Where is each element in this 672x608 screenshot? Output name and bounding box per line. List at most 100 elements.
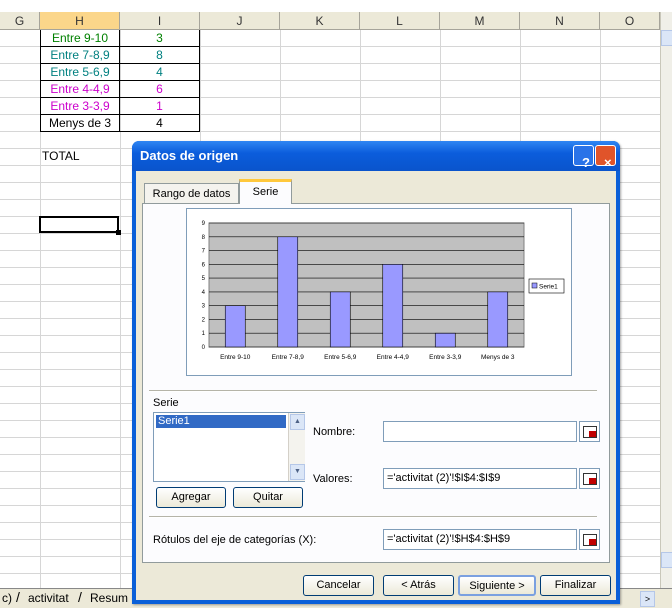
button-label: Quitar bbox=[253, 491, 283, 503]
values-label: Valores: bbox=[313, 473, 353, 485]
scroll-down-button[interactable] bbox=[661, 552, 672, 568]
chevron-up-icon[interactable]: ▲ bbox=[290, 414, 305, 430]
column-header-j[interactable]: J bbox=[200, 12, 280, 30]
column-header-o[interactable]: O bbox=[600, 12, 660, 30]
separator bbox=[149, 390, 597, 392]
category-cell[interactable]: Entre 9-10 bbox=[40, 30, 120, 47]
finish-button[interactable]: Finalizar bbox=[540, 575, 611, 596]
category-cell[interactable]: Entre 4-4,9 bbox=[40, 81, 120, 98]
y-tick-label: 7 bbox=[202, 249, 206, 255]
category-axis-field[interactable]: ='activitat (2)'!$H$4:$H$9 bbox=[383, 529, 577, 550]
chart-preview: 0 1 2 3 4 5 6 7 8 9 Entre 9-10 Entre 7-8,9 Entre 5-6… bbox=[186, 208, 572, 376]
column-header-label: O bbox=[624, 14, 635, 28]
x-tick-label: Entre 5-6,9 bbox=[324, 354, 357, 361]
active-cell[interactable] bbox=[39, 216, 119, 233]
range-picker-button[interactable] bbox=[579, 529, 600, 550]
x-tick-label: Entre 7-8,9 bbox=[272, 354, 305, 361]
vertical-scrollbar[interactable] bbox=[660, 12, 672, 590]
series-section-label: Serie bbox=[153, 397, 179, 409]
column-header-label: L bbox=[396, 14, 403, 28]
fill-handle[interactable] bbox=[116, 230, 121, 235]
x-tick-label: Entre 9-10 bbox=[220, 354, 251, 361]
legend-label: Serie1 bbox=[539, 284, 558, 291]
column-header-l[interactable]: L bbox=[360, 12, 440, 30]
source-data-dialog: Datos de origen ? × Rango de datos Serie… bbox=[132, 141, 620, 604]
y-tick-label: 5 bbox=[202, 276, 206, 282]
column-header-label: M bbox=[474, 14, 485, 28]
sheet-tab-resum[interactable]: Resum bbox=[90, 591, 128, 605]
category-cell[interactable]: Entre 5-6,9 bbox=[40, 64, 120, 81]
column-header-h[interactable]: H bbox=[40, 12, 120, 30]
bar bbox=[434, 332, 456, 348]
tab-range[interactable]: Rango de datos bbox=[144, 183, 239, 204]
total-cell[interactable]: TOTAL bbox=[42, 148, 80, 165]
separator bbox=[149, 516, 597, 518]
value-cell[interactable]: 8 bbox=[120, 47, 200, 64]
dialog-titlebar[interactable]: Datos de origen ? × bbox=[132, 141, 620, 171]
back-button[interactable]: < Atrás bbox=[383, 575, 454, 596]
chevron-down-icon[interactable]: ▼ bbox=[290, 464, 305, 480]
next-button[interactable]: Siguiente > bbox=[458, 575, 536, 596]
value-cell[interactable]: 3 bbox=[120, 30, 200, 47]
sheet-tab-activitat[interactable]: activitat bbox=[28, 591, 69, 605]
range-picker-marker bbox=[589, 431, 596, 437]
series-listbox[interactable]: Serie1 ▲ ▼ bbox=[153, 412, 305, 482]
name-field[interactable] bbox=[383, 421, 577, 442]
values-field[interactable]: ='activitat (2)'!$I$4:$I$9 bbox=[383, 468, 577, 489]
value-cell[interactable]: 4 bbox=[120, 115, 200, 132]
remove-series-button[interactable]: Quitar bbox=[233, 487, 303, 508]
value-cell[interactable]: 1 bbox=[120, 98, 200, 115]
button-label: Cancelar bbox=[316, 579, 361, 591]
help-button[interactable]: ? bbox=[573, 145, 594, 170]
button-label: Finalizar bbox=[554, 579, 597, 591]
x-tick-label: Entre 3-3,9 bbox=[429, 354, 462, 361]
column-header-label: I bbox=[157, 14, 162, 28]
tab-label: Rango de datos bbox=[152, 188, 231, 200]
close-icon: × bbox=[604, 155, 612, 170]
column-header-label: J bbox=[236, 14, 243, 28]
add-series-button[interactable]: Agregar bbox=[156, 487, 226, 508]
series-tab-panel: 0 1 2 3 4 5 6 7 8 9 Entre 9-10 Entre 7-8,9 Entre 5-6… bbox=[142, 203, 610, 563]
range-picker-marker bbox=[589, 478, 596, 484]
x-tick-label: Entre 4-4,9 bbox=[377, 354, 410, 361]
tab-divider: / bbox=[16, 589, 20, 605]
category-cell[interactable]: Entre 7-8,9 bbox=[40, 47, 120, 64]
value-cell[interactable]: 4 bbox=[120, 64, 200, 81]
tab-series[interactable]: Serie bbox=[239, 179, 292, 204]
column-header-label: H bbox=[75, 14, 84, 28]
y-tick-label: 3 bbox=[202, 304, 206, 310]
scroll-up-button[interactable] bbox=[661, 30, 672, 46]
listbox-scrollbar[interactable]: ▲ ▼ bbox=[288, 413, 305, 481]
name-label: Nombre: bbox=[313, 426, 356, 438]
column-header-k[interactable]: K bbox=[280, 12, 360, 30]
column-header-n[interactable]: N bbox=[520, 12, 600, 30]
column-header-g[interactable]: G bbox=[0, 12, 40, 30]
y-tick-label: 2 bbox=[202, 317, 206, 323]
range-picker-button[interactable] bbox=[579, 421, 600, 442]
cancel-button[interactable]: Cancelar bbox=[303, 575, 374, 596]
scroll-right-button[interactable]: > bbox=[640, 591, 655, 607]
y-tick-label: 6 bbox=[202, 262, 206, 268]
column-header-m[interactable]: M bbox=[440, 12, 520, 30]
bar bbox=[487, 291, 509, 348]
range-picker-button[interactable] bbox=[579, 468, 600, 489]
close-button[interactable]: × bbox=[595, 145, 616, 170]
legend-swatch bbox=[531, 282, 538, 289]
dialog-body: Rango de datos Serie 0 1 2 3 4 5 6 7 8 9 Entre 9-1… bbox=[136, 171, 616, 600]
button-label: Agregar bbox=[171, 491, 211, 503]
bar bbox=[224, 305, 246, 348]
value-cell[interactable]: 6 bbox=[120, 81, 200, 98]
category-cell[interactable]: Entre 3-3,9 bbox=[40, 98, 120, 115]
category-cell[interactable]: Menys de 3 bbox=[40, 115, 120, 132]
category-axis-label: Rótulos del eje de categorías (X): bbox=[153, 534, 317, 546]
column-header-label: N bbox=[555, 14, 564, 28]
y-tick-label: 4 bbox=[202, 290, 206, 296]
sheet-tab-partial[interactable]: c) bbox=[2, 591, 12, 605]
bar bbox=[329, 291, 351, 348]
column-header-i[interactable]: I bbox=[120, 12, 200, 30]
series-list-item[interactable]: Serie1 bbox=[156, 415, 286, 428]
y-tick-label: 1 bbox=[202, 331, 206, 337]
y-tick-label: 9 bbox=[202, 221, 206, 227]
plot-area bbox=[208, 222, 525, 348]
dialog-title: Datos de origen bbox=[140, 148, 239, 163]
